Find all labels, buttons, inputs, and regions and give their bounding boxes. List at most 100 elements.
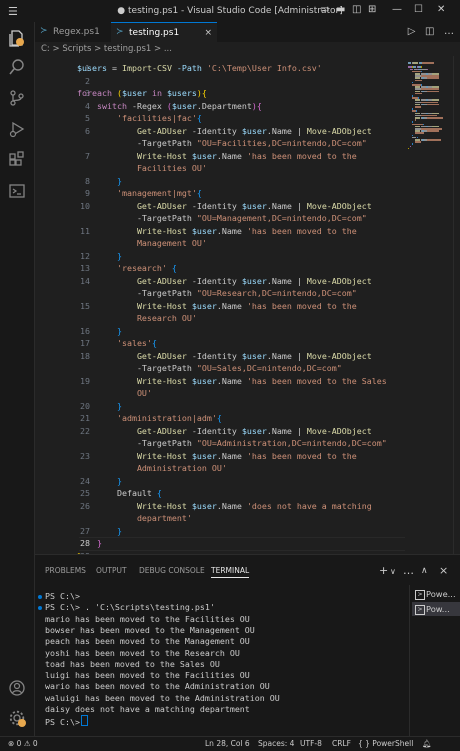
editor-scrollbar[interactable] <box>453 56 460 554</box>
code-line[interactable]: -TargetPath "OU=Sales,DC=nintendo,DC=com… <box>35 362 405 375</box>
code-line[interactable]: 4 switch -Regex ($user.Department){ <box>35 100 405 113</box>
problems-status[interactable]: ⊗ 0 ⚠ 0 <box>8 737 38 751</box>
maximize-button[interactable]: ☐ <box>414 4 423 15</box>
run-debug-icon[interactable] <box>8 120 26 138</box>
code-line[interactable]: 14 Get-ADUser -Identity $user.Name | Mov… <box>35 275 405 288</box>
code-token: Move-ADObject <box>306 350 372 361</box>
close-window-button[interactable]: ✕ <box>437 4 445 15</box>
code-line[interactable]: 1 $users = Import-CSV -Path 'C:\Temp\User… <box>35 62 405 75</box>
code-line[interactable]: 28 } <box>35 537 405 550</box>
code-line[interactable]: 19 Write-Host $user.Name 'has been moved… <box>35 375 405 388</box>
code-line[interactable]: 8 } <box>35 175 405 188</box>
cursor-position[interactable]: Ln 28, Col 6 <box>205 737 250 751</box>
code-line[interactable]: -TargetPath "OU=Facilities,DC=nintendo,D… <box>35 137 405 150</box>
code-line[interactable]: 20 } <box>35 400 405 413</box>
code-line[interactable]: Facilities OU' <box>35 162 405 175</box>
code-editor[interactable]: 1 $users = Import-CSV -Path 'C:\Temp\User… <box>35 56 405 554</box>
terminal[interactable]: PS C:\> PS C:\> . 'C:\Scripts\testing.ps1… <box>35 589 409 737</box>
code-line[interactable]: 16 } <box>35 325 405 338</box>
code-line[interactable]: 21 'administration|adm'{ <box>35 412 405 425</box>
code-line[interactable]: 22 Get-ADUser -Identity $user.Name | Mov… <box>35 425 405 438</box>
run-icon[interactable]: ▷ <box>408 26 416 37</box>
terminal-list-label: Powe... <box>426 589 456 599</box>
terminal-list-item[interactable]: > Pow... <box>412 602 460 616</box>
explorer-badge <box>16 38 24 46</box>
eol-status[interactable]: CRLF <box>332 737 351 751</box>
code-line[interactable]: 18 Get-ADUser -Identity $user.Name | Mov… <box>35 350 405 363</box>
code-text: switch -Regex ($user.Department){ <box>77 100 262 113</box>
code-line[interactable]: department' <box>35 512 405 525</box>
source-control-icon[interactable] <box>8 89 26 107</box>
tab-regex[interactable]: ≻ Regex.ps1 <box>35 22 119 42</box>
minimize-button[interactable]: — <box>392 4 402 15</box>
code-line[interactable]: -TargetPath "OU=Administration,DC=ninten… <box>35 437 405 450</box>
tab-debug-console[interactable]: DEBUG CONSOLE <box>139 566 205 575</box>
code-line[interactable]: 10 Get-ADUser -Identity $user.Name | Mov… <box>35 200 405 213</box>
minimap[interactable] <box>405 56 453 554</box>
indentation-status[interactable]: Spaces: 4 <box>258 737 294 751</box>
search-icon[interactable] <box>8 58 26 76</box>
minimap-line <box>408 147 409 150</box>
code-line[interactable]: Administration OU' <box>35 462 405 475</box>
terminal-list-item[interactable]: > Powe... <box>412 587 460 601</box>
powershell-icon[interactable] <box>8 182 26 200</box>
more-icon[interactable]: … <box>403 564 414 577</box>
code-line[interactable]: 27 } <box>35 525 405 538</box>
code-line[interactable]: 5 'facilities|fac'{ <box>35 112 405 125</box>
code-line[interactable]: 15 Write-Host $user.Name 'has been moved… <box>35 300 405 313</box>
code-token: .Name <box>216 225 247 236</box>
code-line[interactable]: 13 'research' { <box>35 262 405 275</box>
terminal-dropdown-icon[interactable]: ∨ <box>390 567 396 576</box>
code-token: -TargetPath <box>77 138 197 148</box>
account-icon[interactable] <box>8 679 26 697</box>
code-line[interactable]: 25 Default { <box>35 487 405 500</box>
settings-badge <box>18 719 26 727</box>
split-editor-icon[interactable]: ◫ <box>425 26 434 37</box>
close-panel-icon[interactable]: × <box>439 564 448 577</box>
breadcrumb[interactable]: C: > Scripts > testing.ps1 > ... <box>35 42 460 56</box>
code-line[interactable]: 9 'management|mgt'{ <box>35 187 405 200</box>
tab-terminal[interactable]: TERMINAL <box>211 566 250 578</box>
tab-output[interactable]: OUTPUT <box>96 566 127 575</box>
code-line[interactable]: 3 foreach ($user in $users){ <box>35 87 405 100</box>
maximize-panel-icon[interactable]: ∧ <box>421 566 428 576</box>
code-line[interactable]: 2 <box>35 75 405 88</box>
code-line[interactable]: 12 } <box>35 250 405 263</box>
tab-problems[interactable]: PROBLEMS <box>45 566 86 575</box>
code-token: Management OU' <box>77 238 207 248</box>
command-decoration[interactable] <box>38 605 42 610</box>
code-line[interactable]: 26 Write-Host $user.Name 'does not have … <box>35 500 405 513</box>
layout-toggle-icon[interactable]: ▭ <box>320 4 329 15</box>
code-line[interactable]: 6 Get-ADUser -Identity $user.Name | Move… <box>35 125 405 138</box>
close-tab-icon[interactable]: × <box>204 23 212 43</box>
encoding-status[interactable]: UTF-8 <box>300 737 322 751</box>
code-text: department' <box>77 512 192 525</box>
terminal-icon: > <box>415 605 425 615</box>
tab-testing[interactable]: ≻ testing.ps1 × <box>111 22 217 43</box>
panel-toggle-icon[interactable]: ▬ <box>336 4 345 15</box>
code-token: | <box>296 275 307 286</box>
command-decoration[interactable] <box>38 594 42 599</box>
code-line[interactable]: 23 Write-Host $user.Name 'has been moved… <box>35 450 405 463</box>
language-mode[interactable]: { } PowerShell <box>358 737 413 751</box>
code-token: 'facilities|fac' <box>77 113 197 123</box>
code-line[interactable]: 11 Write-Host $user.Name 'has been moved… <box>35 225 405 238</box>
terminal-line: PS C:\> . 'C:\Scripts\testing.ps1' <box>45 602 215 613</box>
code-line[interactable]: Management OU' <box>35 237 405 250</box>
code-line[interactable]: 24 } <box>35 475 405 488</box>
tab-label: Regex.ps1 <box>53 27 100 37</box>
code-line[interactable]: -TargetPath "OU=Research,DC=nintendo,DC=… <box>35 287 405 300</box>
code-line[interactable]: OU' <box>35 387 405 400</box>
code-line[interactable]: 17 'sales'{ <box>35 337 405 350</box>
customize-layout-icon[interactable]: ⊞ <box>368 4 376 15</box>
terminal-text: PS C:\> <box>45 717 80 728</box>
terminal-list-label: Pow... <box>426 604 450 614</box>
new-terminal-icon[interactable]: + <box>379 564 388 577</box>
code-line[interactable]: Research OU' <box>35 312 405 325</box>
code-line[interactable]: -TargetPath "OU=Management,DC=nintendo,D… <box>35 212 405 225</box>
extensions-icon[interactable] <box>8 150 26 168</box>
sidebar-toggle-icon[interactable]: ◫ <box>352 4 361 15</box>
notifications-icon[interactable]: 🔔︎ <box>422 737 432 751</box>
more-actions-icon[interactable]: … <box>444 26 454 37</box>
code-line[interactable]: 7 Write-Host $user.Name 'has been moved … <box>35 150 405 163</box>
